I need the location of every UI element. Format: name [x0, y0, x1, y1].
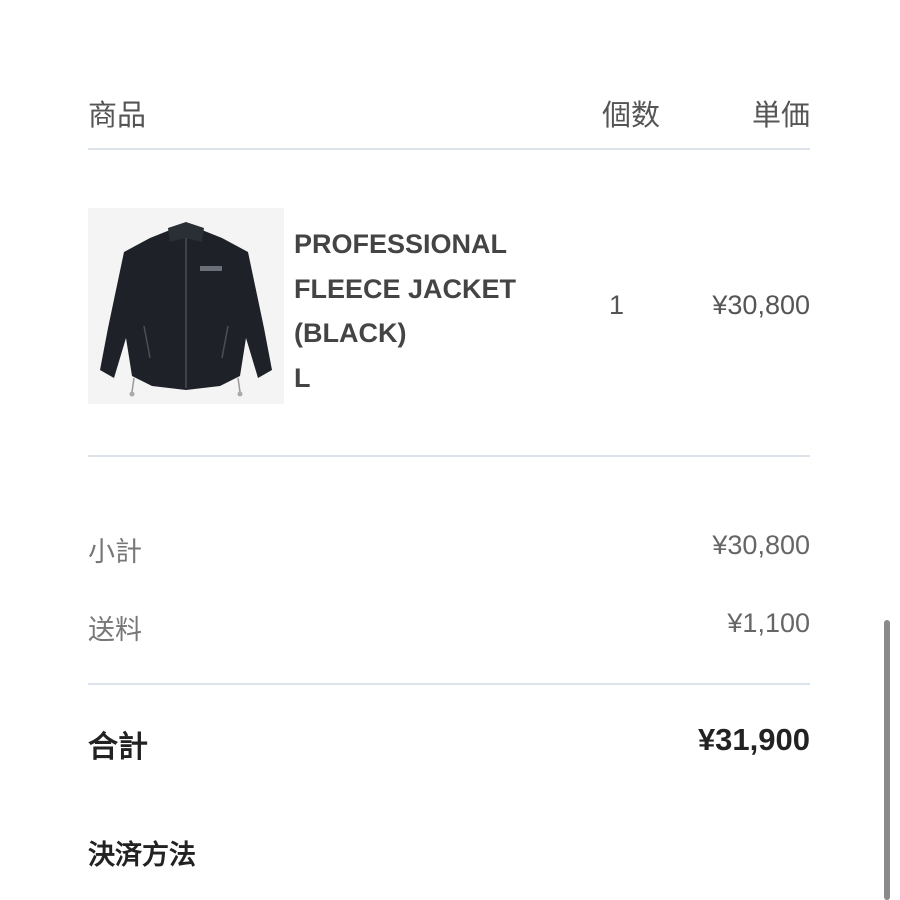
- header-unit-price: 単価: [751, 98, 810, 132]
- header-divider: [88, 148, 810, 150]
- product-name-line-2: FLEECE JACKET: [294, 273, 517, 304]
- product-name-line-1: PROFESSIONAL: [294, 229, 508, 259]
- subtotal-value: ¥30,800: [712, 530, 810, 560]
- product-name[interactable]: PROFESSIONAL FLEECE JACKET (BLACK) L: [294, 222, 574, 400]
- item-quantity: 1: [609, 290, 625, 320]
- payment-method-heading: 決済方法: [88, 840, 196, 871]
- total-row: 合計 ¥31,900: [88, 722, 810, 765]
- product-size: L: [294, 362, 311, 393]
- shipping-row: 送料 ¥1,100: [88, 608, 810, 648]
- total-label: 合計: [88, 730, 148, 765]
- item-divider: [88, 455, 810, 457]
- shipping-value: ¥1,100: [727, 608, 810, 638]
- product-image[interactable]: [88, 208, 284, 404]
- vertical-scrollbar[interactable]: [884, 620, 890, 900]
- fleece-jacket-icon: [88, 208, 284, 404]
- subtotal-label: 小計: [88, 537, 142, 568]
- shipping-label: 送料: [88, 615, 142, 646]
- table-header: 商品 個数 単価: [88, 92, 810, 136]
- subtotal-row: 小計 ¥30,800: [88, 530, 810, 570]
- header-product: 商品: [88, 98, 147, 132]
- item-unit-price: ¥30,800: [712, 290, 810, 320]
- summary-divider: [88, 683, 810, 685]
- total-value: ¥31,900: [697, 722, 810, 757]
- order-summary-page: 商品 個数 単価 PROFESSIONAL FLEECE JACKET (BLA…: [0, 0, 900, 900]
- product-name-line-3: (BLACK): [294, 318, 407, 348]
- header-quantity: 個数: [602, 98, 661, 132]
- cropped-top-text: [88, 0, 308, 6]
